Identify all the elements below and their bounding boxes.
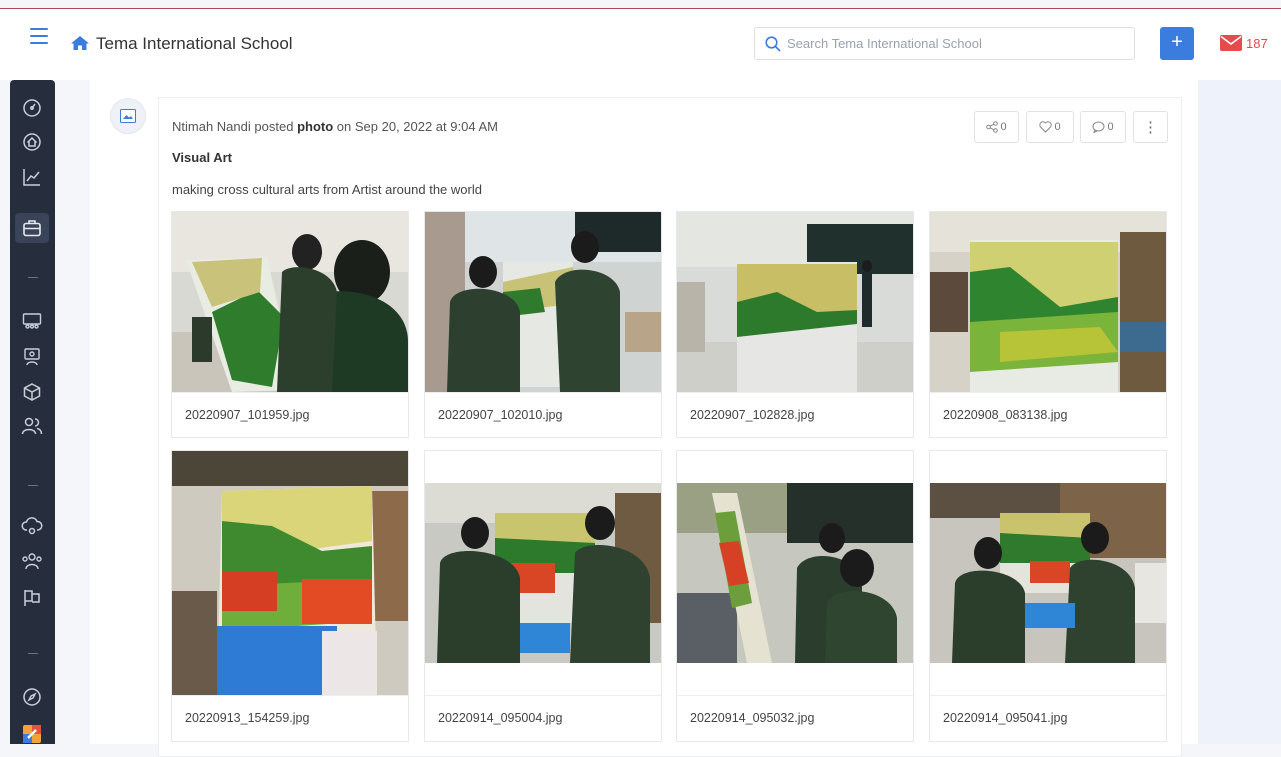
- post-title: Visual Art: [172, 150, 232, 165]
- briefcase-icon[interactable]: [15, 213, 49, 243]
- home-icon[interactable]: [70, 35, 90, 56]
- search-input[interactable]: [785, 35, 1119, 52]
- photo-tile[interactable]: 20220914_095032.jpg: [676, 450, 914, 742]
- cube-icon[interactable]: [19, 379, 45, 405]
- cloud-icon[interactable]: [19, 513, 45, 539]
- photo-filename: 20220907_102828.jpg: [690, 408, 815, 422]
- post-type: photo: [297, 119, 334, 134]
- photo-filename: 20220908_083138.jpg: [943, 408, 1068, 422]
- right-panel: [1198, 80, 1281, 744]
- mail-icon: [1220, 35, 1242, 51]
- post-meta: Ntimah Nandi posted photo on Sep 20, 202…: [172, 119, 498, 134]
- photo-filename: 20220914_095032.jpg: [690, 711, 815, 725]
- app-icon[interactable]: [19, 721, 45, 747]
- post-verb: posted: [254, 119, 294, 134]
- sidebar-divider: [28, 277, 38, 278]
- photo-tile[interactable]: 20220907_101959.jpg: [171, 211, 409, 438]
- photo-tile[interactable]: 20220907_102828.jpg: [676, 211, 914, 438]
- photo-filename: 20220914_095004.jpg: [438, 711, 563, 725]
- photo-thumbnail[interactable]: [677, 483, 913, 663]
- photo-thumbnail[interactable]: [425, 483, 661, 663]
- compass-icon[interactable]: [19, 684, 45, 710]
- like-count: 0: [1054, 121, 1061, 133]
- comment-button[interactable]: 0: [1080, 111, 1126, 143]
- classroom-icon[interactable]: [19, 308, 45, 334]
- caption-divider: [677, 695, 913, 696]
- photo-tile[interactable]: 20220913_154259.jpg: [171, 450, 409, 742]
- post-description: making cross cultural arts from Artist a…: [172, 182, 482, 197]
- share-icon: [986, 121, 999, 133]
- community-icon[interactable]: [19, 548, 45, 574]
- like-button[interactable]: 0: [1026, 111, 1074, 143]
- post-author[interactable]: Ntimah Nandi: [172, 119, 251, 134]
- dashboard-icon[interactable]: [19, 95, 45, 121]
- comment-count: 0: [1107, 121, 1114, 133]
- more-options-button[interactable]: ⋮: [1133, 111, 1168, 143]
- caption-divider: [172, 392, 408, 393]
- photo-post-icon: [110, 98, 146, 134]
- photo-filename: 20220914_095041.jpg: [943, 711, 1068, 725]
- caption-divider: [172, 695, 408, 696]
- photo-thumbnail[interactable]: [172, 212, 408, 392]
- sidebar-divider: [28, 485, 38, 486]
- photo-thumbnail[interactable]: [930, 212, 1166, 392]
- share-button[interactable]: 0: [974, 111, 1019, 143]
- add-button[interactable]: +: [1160, 27, 1194, 60]
- sidebar-divider: [28, 653, 38, 654]
- photo-thumbnail[interactable]: [677, 212, 913, 392]
- photo-thumbnail[interactable]: [930, 483, 1166, 663]
- comment-icon: [1092, 121, 1105, 133]
- flag-icon[interactable]: [19, 585, 45, 611]
- caption-divider: [677, 392, 913, 393]
- photo-thumbnail[interactable]: [172, 451, 408, 695]
- users-icon[interactable]: [19, 413, 45, 439]
- post-date: on Sep 20, 2022 at 9:04 AM: [336, 119, 498, 134]
- photo-tile[interactable]: 20220907_102010.jpg: [424, 211, 662, 438]
- photo-filename: 20220907_101959.jpg: [185, 408, 310, 422]
- caption-divider: [930, 392, 1166, 393]
- photo-tile[interactable]: 20220914_095041.jpg: [929, 450, 1167, 742]
- caption-divider: [425, 695, 661, 696]
- photo-filename: 20220907_102010.jpg: [438, 408, 563, 422]
- search-box[interactable]: [754, 27, 1135, 60]
- caption-divider: [425, 392, 661, 393]
- photo-thumbnail[interactable]: [425, 212, 661, 392]
- mail-notification[interactable]: 187: [1220, 35, 1268, 51]
- heart-icon: [1039, 121, 1053, 133]
- home-circle-icon[interactable]: [19, 129, 45, 155]
- analytics-icon[interactable]: [19, 164, 45, 190]
- photo-tile[interactable]: 20220914_095004.jpg: [424, 450, 662, 742]
- school-title[interactable]: Tema International School: [96, 34, 293, 54]
- sidebar: [10, 80, 55, 744]
- share-count: 0: [1000, 121, 1007, 133]
- mail-count: 187: [1246, 35, 1268, 51]
- photo-filename: 20220913_154259.jpg: [185, 711, 310, 725]
- search-icon: [765, 35, 781, 52]
- caption-divider: [930, 695, 1166, 696]
- menu-toggle-icon[interactable]: [30, 28, 48, 44]
- teacher-board-icon[interactable]: [19, 344, 45, 370]
- photo-tile[interactable]: 20220908_083138.jpg: [929, 211, 1167, 438]
